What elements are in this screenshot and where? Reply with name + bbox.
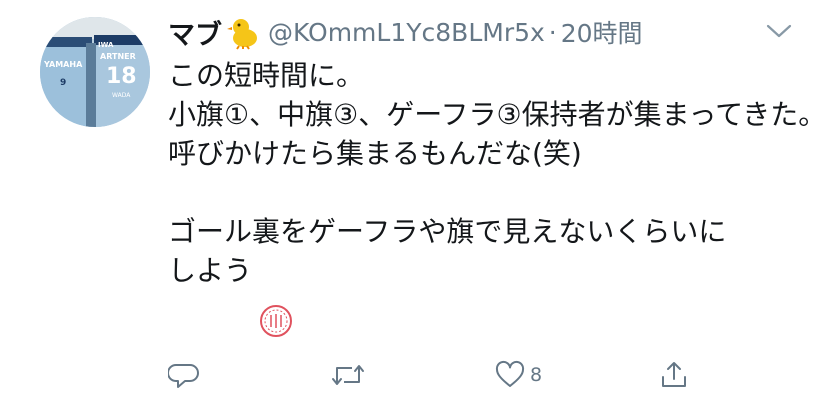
heart-icon <box>494 359 526 391</box>
timestamp[interactable]: 20時間 <box>561 14 643 50</box>
stamp-icon <box>258 303 294 339</box>
tweet-line: 小旗①、中旗③、ゲーフラ③保持者が集まってきた。 <box>168 98 827 131</box>
avatar-jersey-left-number: 9 <box>60 78 66 88</box>
like-count: 8 <box>530 364 543 386</box>
avatar-jersey-right-name: ARTNER <box>100 52 136 61</box>
avatar-jersey-right-number: 18 <box>106 64 137 89</box>
tweet-line: しよう <box>168 254 253 287</box>
chevron-down-icon[interactable] <box>764 22 794 40</box>
share-button[interactable] <box>658 358 690 392</box>
tweet-line: ゴール裏をゲーフラや旗で見えないくらいに <box>168 215 727 248</box>
share-icon <box>658 359 690 391</box>
separator-dot: · <box>548 17 557 47</box>
tweet-actions: 8 <box>168 358 708 392</box>
tweet-line: 呼びかけたら集まるもんだな(笑) <box>168 137 582 170</box>
reply-button[interactable] <box>168 358 200 392</box>
tweet-line <box>168 173 808 212</box>
tweet-header: マブ @KOmmL1Yc8BLMr5x · 20時間 <box>168 12 643 52</box>
display-name[interactable]: マブ <box>168 13 222 52</box>
tweet-line: この短時間に。 <box>168 59 365 92</box>
reply-icon <box>168 359 200 391</box>
retweet-button[interactable] <box>330 358 366 392</box>
like-button[interactable]: 8 <box>494 358 542 392</box>
retweet-icon <box>330 359 366 391</box>
avatar-jersey-left-text: YAMAHA <box>43 60 83 69</box>
avatar[interactable]: IWA YAMAHA 9 ARTNER 18 WADA <box>40 17 150 127</box>
avatar-banner-text: IWA <box>98 41 114 49</box>
avatar-jersey-right-small: WADA <box>112 92 131 99</box>
user-handle[interactable]: @KOmmL1Yc8BLMr5x <box>268 18 545 47</box>
tweet-text: この短時間に。 小旗①、中旗③、ゲーフラ③保持者が集まってきた。 呼びかけたら集… <box>168 56 827 329</box>
chick-icon <box>226 14 262 50</box>
